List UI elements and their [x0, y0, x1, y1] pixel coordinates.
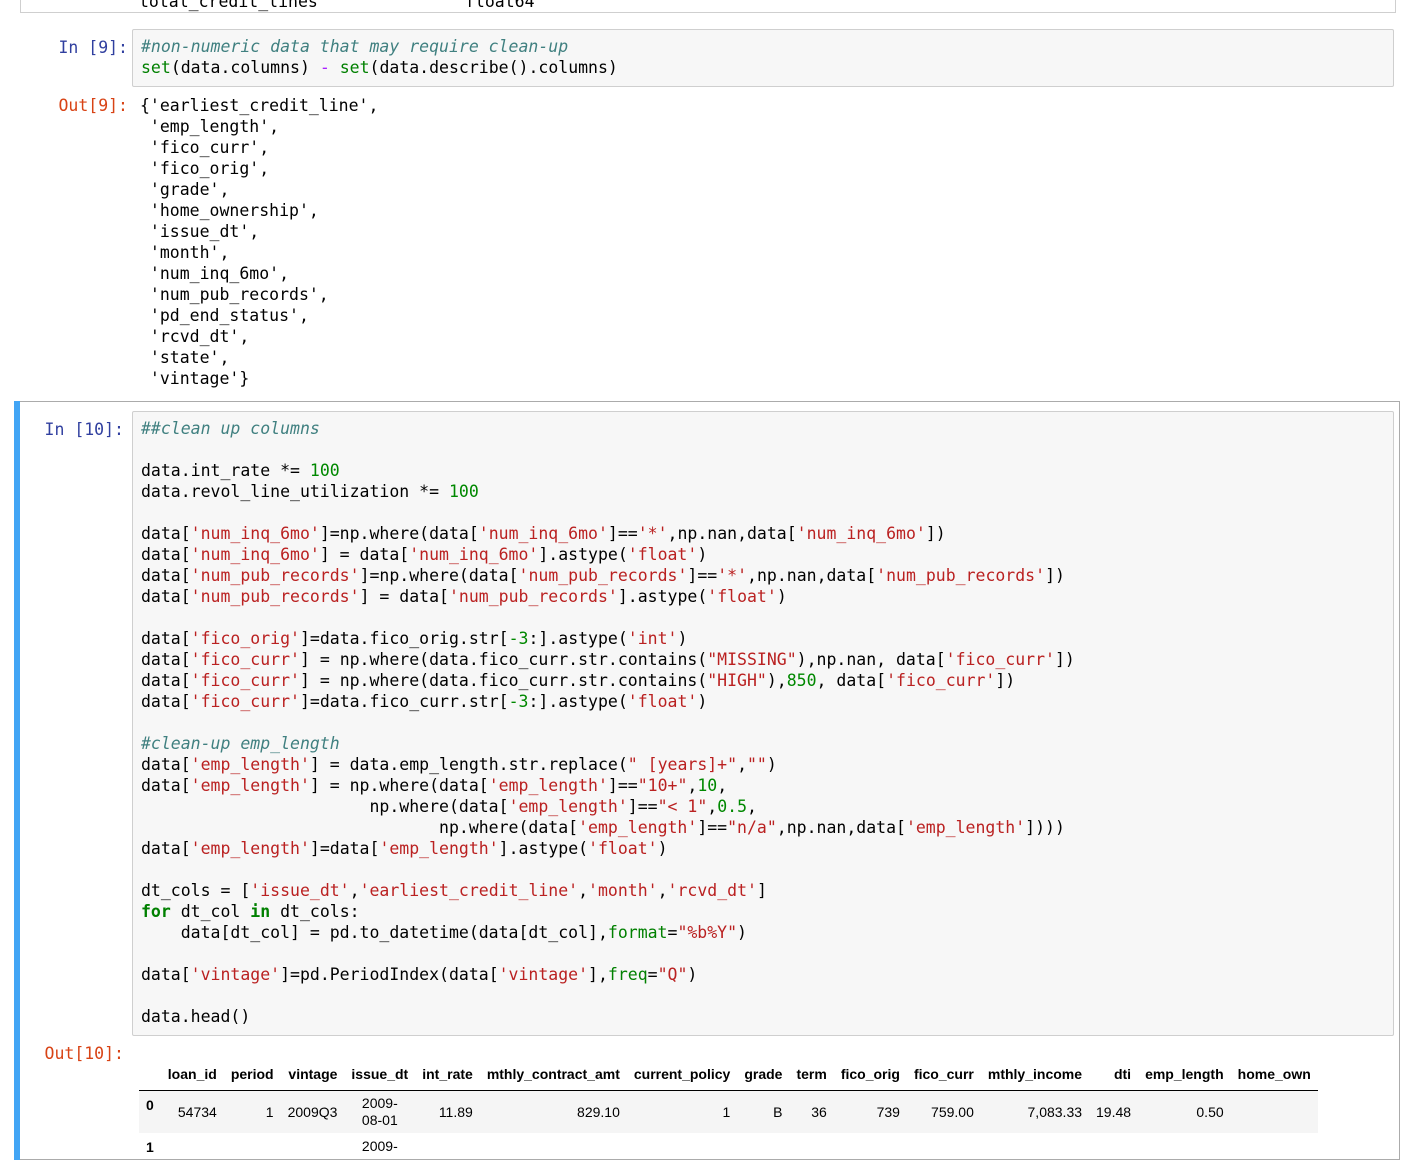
- column-header: vintage: [280, 1060, 345, 1091]
- input-prompt-9: In [9]:: [58, 38, 128, 57]
- dtype-value: float64: [465, 0, 535, 11]
- table-cell: 1: [223, 1090, 281, 1133]
- row-index: 0: [139, 1090, 161, 1133]
- table-cell: [1230, 1090, 1318, 1133]
- table-cell: [224, 1133, 281, 1160]
- table-row: 0 54734 1 2009Q3 2009- 08-01 11.89 829.10…: [139, 1090, 1318, 1133]
- table-cell: 2009-: [361, 1138, 398, 1154]
- previous-output-area: total_credit_lines float64: [20, 0, 1396, 13]
- input-prompt-10: In [10]:: [44, 420, 124, 439]
- column-header: home_own: [1230, 1060, 1318, 1091]
- table-cell: 36: [789, 1090, 834, 1133]
- dataframe-table: loan_id period vintage issue_dt int_rate…: [139, 1060, 1318, 1160]
- column-header: loan_id: [160, 1060, 224, 1091]
- table-cell: [161, 1133, 224, 1160]
- column-header: issue_dt: [344, 1060, 416, 1091]
- dtype-column-name: total_credit_lines: [139, 0, 318, 11]
- table-cell: [281, 1133, 345, 1160]
- column-header: current_policy: [626, 1060, 738, 1091]
- code-input-cell-9[interactable]: #non-numeric data that may require clean…: [132, 29, 1394, 87]
- table-cell: 739: [833, 1090, 907, 1133]
- column-header: grade: [737, 1060, 790, 1091]
- column-header: fico_curr: [906, 1060, 981, 1091]
- column-header: [139, 1060, 161, 1091]
- output-set-text: {'earliest_credit_line', 'emp_length', '…: [140, 96, 379, 388]
- table-header-row: loan_id period vintage issue_dt int_rate…: [139, 1060, 1318, 1091]
- dataframe-output: loan_id period vintage issue_dt int_rate…: [139, 1060, 1379, 1160]
- table-row: 1 2009-: [139, 1133, 1318, 1160]
- code-text: #non-numeric data that may require clean…: [141, 37, 618, 77]
- column-header: mthly_income: [980, 1060, 1090, 1091]
- output-prompt-9: Out[9]:: [58, 96, 128, 115]
- table-cell: [415, 1133, 480, 1160]
- output-prompt-10: Out[10]:: [44, 1044, 124, 1063]
- table-cell: B: [737, 1090, 790, 1133]
- table-cell: 1: [626, 1090, 738, 1133]
- column-header: term: [789, 1060, 834, 1091]
- column-header: emp_length: [1138, 1060, 1231, 1091]
- table-cell: 0.50: [1138, 1090, 1231, 1133]
- row-index: 1: [146, 1139, 154, 1155]
- code-input-cell-10[interactable]: ##clean up columns data.int_rate *= 100 …: [132, 411, 1394, 1036]
- table-cell: 2009- 08-01: [344, 1090, 416, 1133]
- code-text: ##clean up columns data.int_rate *= 100 …: [141, 419, 1075, 1026]
- table-cell: 7,083.33: [980, 1090, 1090, 1133]
- table-cell: 19.48: [1089, 1090, 1139, 1133]
- table-cell: 11.89: [415, 1090, 480, 1133]
- table-cell: 54734: [160, 1090, 224, 1133]
- table-cell: 759.00: [906, 1090, 981, 1133]
- table-cell: 829.10: [479, 1090, 627, 1133]
- column-header: mthly_contract_amt: [479, 1060, 627, 1091]
- column-header: fico_orig: [833, 1060, 907, 1091]
- column-header: int_rate: [415, 1060, 480, 1091]
- table-cell: 2009Q3: [280, 1090, 345, 1133]
- column-header: period: [223, 1060, 281, 1091]
- column-header: dti: [1089, 1060, 1139, 1091]
